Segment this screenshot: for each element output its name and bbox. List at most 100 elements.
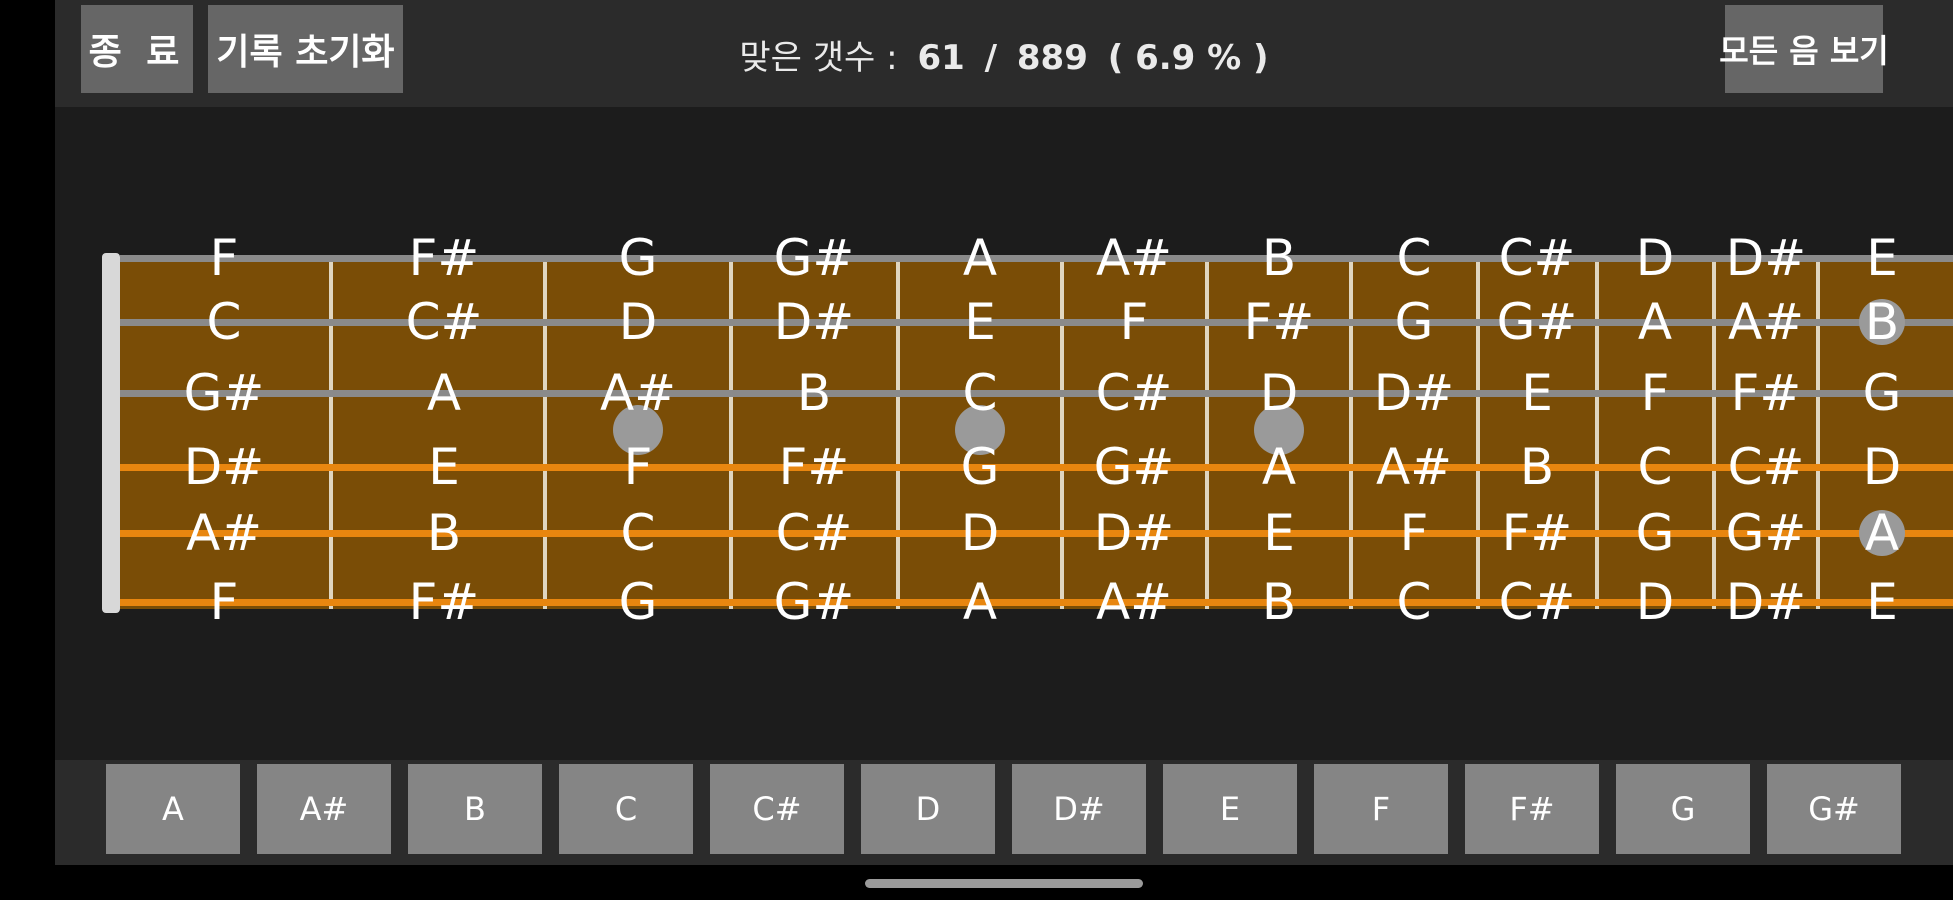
note-label-s3-f9[interactable]: E (1521, 364, 1553, 422)
note-button-b[interactable]: B (408, 764, 542, 854)
note-label-s5-f10[interactable]: G (1636, 504, 1675, 562)
note-label-s3-f11[interactable]: F# (1731, 364, 1802, 422)
note-label-s5-f1[interactable]: A# (186, 504, 262, 562)
note-label-s5-f6[interactable]: D# (1094, 504, 1174, 562)
fret-7 (1349, 258, 1353, 609)
fretboard-wood (102, 258, 1953, 609)
note-label-s3-f6[interactable]: C# (1096, 364, 1173, 422)
note-button-g[interactable]: G (1616, 764, 1750, 854)
note-label-s5-f9[interactable]: F# (1502, 504, 1573, 562)
note-label-s5-f8[interactable]: F (1400, 504, 1429, 562)
note-label-s1-f3[interactable]: G (619, 229, 658, 287)
note-label-s4-f3[interactable]: F (624, 438, 653, 496)
fret-2 (543, 258, 547, 609)
note-label-s5-f4[interactable]: C# (776, 504, 853, 562)
score-separator: / (984, 38, 998, 78)
note-label-s5-f7[interactable]: E (1263, 504, 1295, 562)
note-label-s6-f3[interactable]: G (619, 573, 658, 625)
note-label-s5-f11[interactable]: G# (1726, 504, 1807, 562)
note-label-s6-f6[interactable]: A# (1096, 573, 1172, 625)
note-label-s4-f10[interactable]: C (1638, 438, 1673, 496)
note-label-s3-f2[interactable]: A (427, 364, 461, 422)
note-label-s4-f4[interactable]: F# (779, 438, 850, 496)
note-label-s4-f6[interactable]: G# (1094, 438, 1175, 496)
note-label-s6-f5[interactable]: A (963, 573, 997, 625)
note-label-s2-f7[interactable]: F# (1244, 293, 1315, 351)
note-label-s4-f8[interactable]: A# (1376, 438, 1452, 496)
note-label-s1-f5[interactable]: A (963, 229, 997, 287)
note-label-s1-f4[interactable]: G# (774, 229, 855, 287)
note-label-s6-f7[interactable]: B (1262, 573, 1296, 625)
score-label: 맞은 갯수 : (739, 38, 898, 78)
note-label-s2-f3[interactable]: D (619, 293, 658, 351)
note-label-s6-f4[interactable]: G# (774, 573, 855, 625)
note-label-s6-f1[interactable]: F (210, 573, 239, 625)
note-label-s1-f10[interactable]: D (1636, 229, 1675, 287)
note-label-s5-f3[interactable]: C (621, 504, 656, 562)
note-button-c-sharp[interactable]: C# (710, 764, 844, 854)
note-button-a[interactable]: A (106, 764, 240, 854)
string-2 (120, 319, 1953, 326)
note-button-c[interactable]: C (559, 764, 693, 854)
note-label-s3-f5[interactable]: C (963, 364, 998, 422)
note-label-s3-f10[interactable]: F (1641, 364, 1670, 422)
note-label-s5-f12[interactable]: A (1865, 504, 1899, 562)
note-label-s2-f6[interactable]: F (1120, 293, 1149, 351)
note-label-s6-f12[interactable]: E (1866, 573, 1898, 625)
note-label-s3-f4[interactable]: B (797, 364, 831, 422)
note-label-s4-f1[interactable]: D# (184, 438, 264, 496)
app-window: 종 료 기록 초기화 맞은 갯수 : 61 / 889 ( 6.9 % ) 모든… (55, 0, 1953, 865)
note-label-s3-f3[interactable]: A# (600, 364, 676, 422)
note-button-a-sharp[interactable]: A# (257, 764, 391, 854)
note-label-s6-f9[interactable]: C# (1499, 573, 1576, 625)
note-button-g-sharp[interactable]: G# (1767, 764, 1901, 854)
note-label-s2-f5[interactable]: E (964, 293, 996, 351)
note-label-s1-f8[interactable]: C (1397, 229, 1432, 287)
note-label-s4-f2[interactable]: E (428, 438, 460, 496)
score-display: 맞은 갯수 : 61 / 889 ( 6.9 % ) (55, 30, 1953, 79)
score-correct: 61 (917, 38, 965, 78)
note-label-s2-f9[interactable]: G# (1497, 293, 1578, 351)
note-label-s1-f7[interactable]: B (1262, 229, 1296, 287)
note-label-s1-f11[interactable]: D# (1726, 229, 1806, 287)
note-label-s4-f11[interactable]: C# (1728, 438, 1805, 496)
note-label-s1-f6[interactable]: A# (1096, 229, 1172, 287)
fret-9 (1595, 258, 1599, 609)
note-label-s4-f9[interactable]: B (1520, 438, 1554, 496)
string-5 (120, 530, 1953, 537)
note-label-s6-f8[interactable]: C (1397, 573, 1432, 625)
note-label-s4-f12[interactable]: D (1863, 438, 1902, 496)
note-label-s6-f11[interactable]: D# (1726, 573, 1806, 625)
note-label-s5-f2[interactable]: B (427, 504, 461, 562)
note-button-d[interactable]: D (861, 764, 995, 854)
string-1 (120, 255, 1953, 262)
note-button-e[interactable]: E (1163, 764, 1297, 854)
note-label-s6-f10[interactable]: D (1636, 573, 1675, 625)
note-label-s2-f8[interactable]: G (1395, 293, 1434, 351)
note-label-s3-f7[interactable]: D (1260, 364, 1299, 422)
note-label-s6-f2[interactable]: F# (409, 573, 480, 625)
note-label-s2-f10[interactable]: A (1638, 293, 1672, 351)
home-indicator[interactable] (865, 879, 1143, 888)
note-label-s1-f9[interactable]: C# (1499, 229, 1576, 287)
string-4 (120, 464, 1953, 471)
note-label-s3-f1[interactable]: G# (184, 364, 265, 422)
note-label-s1-f1[interactable]: F (210, 229, 239, 287)
note-label-s3-f12[interactable]: G (1863, 364, 1902, 422)
note-label-s2-f4[interactable]: D# (774, 293, 854, 351)
fretboard[interactable]: F F# G G# A A# B C C# D D# EC C# D D# E F F# G G# A A# BG# A A# B… (102, 155, 1953, 625)
note-label-s3-f8[interactable]: D# (1374, 364, 1454, 422)
note-button-d-sharp[interactable]: D# (1012, 764, 1146, 854)
note-label-s4-f5[interactable]: G (961, 438, 1000, 496)
note-label-s2-f2[interactable]: C# (406, 293, 483, 351)
note-label-s2-f12[interactable]: B (1865, 293, 1899, 351)
note-label-s2-f1[interactable]: C (207, 293, 242, 351)
note-button-f-sharp[interactable]: F# (1465, 764, 1599, 854)
note-label-s1-f12[interactable]: E (1866, 229, 1898, 287)
show-all-notes-button[interactable]: 모든 음 보기 (1719, 5, 1889, 93)
note-label-s1-f2[interactable]: F# (409, 229, 480, 287)
note-label-s5-f5[interactable]: D (961, 504, 1000, 562)
note-label-s4-f7[interactable]: A (1262, 438, 1296, 496)
note-button-f[interactable]: F (1314, 764, 1448, 854)
note-label-s2-f11[interactable]: A# (1728, 293, 1804, 351)
